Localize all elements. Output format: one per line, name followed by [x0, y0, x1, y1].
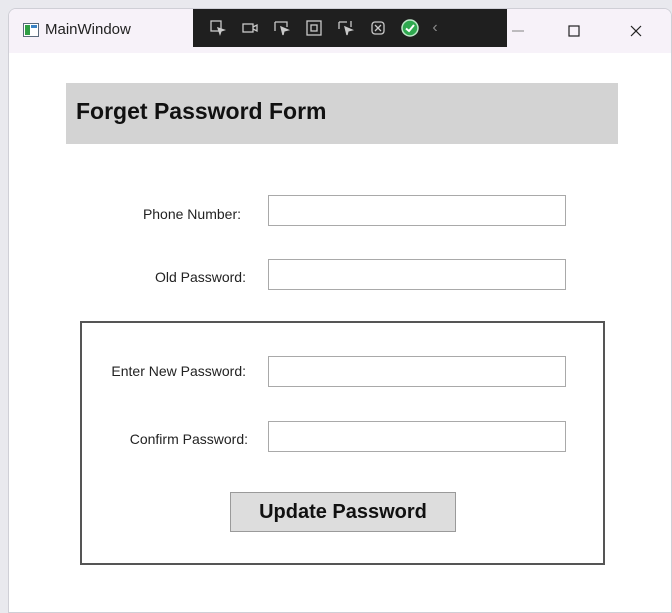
phone-number-input[interactable]	[268, 195, 566, 226]
minimize-button[interactable]	[495, 9, 541, 53]
new-password-label: Enter New Password:	[111, 363, 246, 379]
title-bar[interactable]: MainWindow ‹	[9, 9, 671, 53]
app-icon	[23, 23, 39, 37]
phone-number-label: Phone Number:	[142, 206, 241, 222]
form-title: Forget Password Form	[76, 98, 327, 124]
main-window: MainWindow ‹ Forget Password Form Phone …	[8, 8, 672, 613]
select-element-icon[interactable]	[203, 16, 233, 40]
window-title: MainWindow	[45, 21, 131, 38]
video-icon[interactable]	[235, 16, 265, 40]
binding-failures-icon[interactable]	[363, 16, 393, 40]
layout-adorner-icon[interactable]	[299, 16, 329, 40]
update-password-button[interactable]: Update Password	[230, 492, 456, 532]
old-password-input[interactable]	[268, 259, 566, 290]
chevron-left-icon[interactable]: ‹	[427, 19, 443, 37]
debug-toolbar: ‹	[193, 9, 507, 47]
form-header: Forget Password Form	[66, 83, 618, 144]
maximize-button[interactable]	[551, 9, 597, 53]
close-button[interactable]	[613, 9, 659, 53]
confirm-password-label: Confirm Password:	[129, 431, 248, 447]
confirm-password-input[interactable]	[268, 421, 566, 452]
old-password-label: Old Password:	[154, 269, 246, 285]
track-focus-icon[interactable]	[331, 16, 361, 40]
cursor-select-icon[interactable]	[267, 16, 297, 40]
check-circle-icon[interactable]	[395, 16, 425, 40]
new-password-input[interactable]	[268, 356, 566, 387]
